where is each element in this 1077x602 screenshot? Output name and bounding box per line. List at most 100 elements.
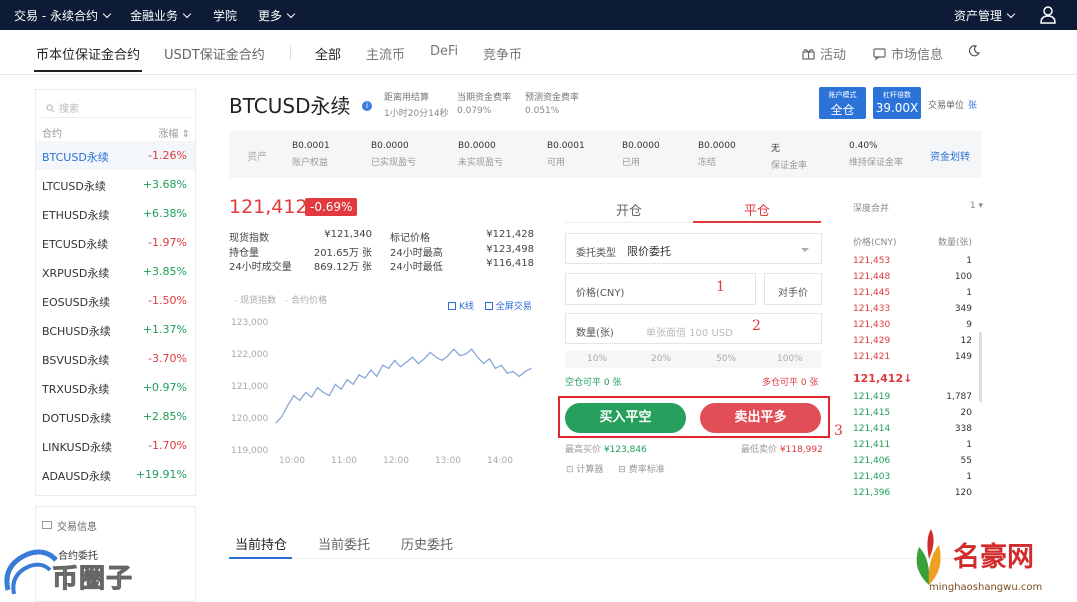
x-tick-label: 14:00 [487,456,513,466]
nav-finance[interactable]: 金融业务 [130,7,192,24]
contract-change: -1.50% [148,294,187,307]
category-mainstream[interactable]: 主流币 [366,44,405,63]
bid-price: 121,406 [853,456,891,466]
fee-link[interactable]: ⊟ 费率标准 [618,465,664,475]
percent-100[interactable]: 100% [777,354,803,364]
price-point [471,348,473,350]
price-point [441,359,443,361]
ask-price: 121,429 [853,336,891,346]
category-all[interactable]: 全部 [315,44,341,63]
stat-label: 24小时最高 [390,247,443,259]
trade-unit[interactable]: 交易单位张 [928,98,977,111]
funding-rate: 当期资金费率 0.079% [457,93,512,116]
sidebar-item[interactable]: BTCUSD永续 -1.26% [36,141,195,170]
message-icon [42,521,52,529]
percent-20[interactable]: 20% [651,354,671,364]
watermark-left: 币圈子 [0,540,150,602]
asset-value: 0.40% [849,141,878,151]
bid-qty: 1 [966,440,972,450]
transfer-link[interactable]: 资金划转 [930,148,970,163]
bid-row[interactable]: 121,406 55 [853,456,972,470]
settle-countdown: 距离用结算 1小时20分14秒 [384,93,449,119]
tab-coin-margin[interactable]: 币本位保证金合约 [36,44,140,63]
nav-more[interactable]: 更多 [258,7,296,24]
stat-value: 869.12万 张 [313,262,372,273]
ask-row[interactable]: 121,429 12 [853,336,972,350]
ask-row[interactable]: 121,448 100 [853,272,972,286]
bid-row[interactable]: 121,403 1 [853,472,972,486]
bid-row[interactable]: 121,411 1 [853,440,972,454]
category-defi[interactable]: DeFi [430,44,458,59]
nav-academy[interactable]: 学院 [213,7,237,24]
sidebar-item[interactable]: EOSUSD永续 -1.50% [36,286,195,315]
ticker-stat: 24小时最高 ¥123,498 [390,244,534,259]
sidebar-item[interactable]: DOTUSD永续 +2.85% [36,402,195,431]
sidebar-item[interactable]: TRXUSD永续 +0.97% [36,373,195,402]
sell-close-long-button[interactable]: 卖出平多 [700,403,821,433]
ask-row[interactable]: 121,433 349 [853,304,972,318]
buy-close-short-button[interactable]: 买入平空 [565,403,686,433]
sidebar-item[interactable]: XRPUSD永续 +3.85% [36,257,195,286]
user-icon[interactable] [1040,5,1056,25]
depth-scrollbar[interactable] [979,332,982,402]
quantity-input[interactable]: 数量(张) 单张面值 100 USD [565,313,822,344]
leverage-button[interactable]: 杠杆倍数 39.00X [873,87,921,119]
price-point [423,358,425,360]
percent-10[interactable]: 10% [587,354,607,364]
ask-row[interactable]: 121,421 149 [853,352,972,366]
percent-slider[interactable]: 10% 20% 50% 100% [565,351,822,368]
contract-name: DOTUSD永续 [42,412,112,425]
bid-row[interactable]: 121,419 1,787 [853,392,972,406]
price-point [447,355,449,357]
ask-price: 121,430 [853,320,891,330]
tab-current-orders[interactable]: 当前委托 [318,534,370,553]
asset-value: B0.0000 [622,141,660,151]
calculator-link[interactable]: ⊡ 计算器 [566,465,603,475]
stat-value: ¥121,428 [486,229,534,240]
percent-50[interactable]: 50% [716,354,736,364]
asset-value: B0.0001 [292,141,330,151]
nav-asset-management[interactable]: 资产管理 [954,7,1016,24]
sidebar-item[interactable]: ETCUSD永续 -1.97% [36,228,195,257]
bid-row[interactable]: 121,414 338 [853,424,972,438]
depth-merge[interactable]: 深度合并 1 ▾ [853,201,983,214]
ask-row[interactable]: 121,453 1 [853,256,972,270]
sidebar-item[interactable]: LINKUSD永续 -1.70% [36,431,195,460]
sidebar-item[interactable]: ETHUSD永续 +6.38% [36,199,195,228]
counter-price-button[interactable]: 对手价 [764,273,822,305]
sidebar-item[interactable]: ADAUSD永续 +19.91% [36,460,195,489]
ask-row[interactable]: 121,430 9 [853,320,972,334]
col-change-sort[interactable]: 涨幅 ⇕ [158,125,190,140]
asset-cell: B0.0000 已用 [622,141,660,168]
y-tick-label: 121,000 [231,382,268,392]
tab-close-position[interactable]: 平仓 [744,200,770,219]
fee-icon: ⊟ [618,465,629,475]
sidebar-item[interactable]: BCHUSD永续 +1.37% [36,315,195,344]
bottom-tab-baseline [229,558,982,559]
bid-row[interactable]: 121,396 120 [853,488,972,502]
asset-cell: 无保证金率 [771,141,807,171]
tab-usdt-margin[interactable]: USDT保证金合约 [164,44,265,63]
tab-current-positions[interactable]: 当前持仓 [235,534,287,553]
moon-icon[interactable] [968,45,980,57]
nav-trade[interactable]: 交易 - 永续合约 [14,7,112,24]
asset-label: 冻结 [698,158,717,168]
ask-row[interactable]: 121,445 1 [853,288,972,302]
sidebar-item[interactable]: LTCUSD永续 +3.68% [36,170,195,199]
search-input[interactable]: 搜索 [40,96,192,118]
bid-qty: 55 [960,456,972,466]
account-mode-button[interactable]: 账户模式 全仓 [819,87,866,119]
active-tab-underline [229,557,292,559]
activity-link[interactable]: 活动 [802,44,846,63]
price-input[interactable]: 价格(CNY) [565,273,756,305]
top-nav: 交易 - 永续合约 金融业务 学院 更多 资产管理 [0,0,1077,30]
sidebar-item[interactable]: BSVUSD永续 -3.70% [36,344,195,373]
tab-open-position[interactable]: 开仓 [616,200,642,219]
tab-order-history[interactable]: 历史委托 [401,534,453,553]
info-icon[interactable]: i [362,101,372,111]
market-info-link[interactable]: 市场信息 [873,44,943,63]
order-type-select[interactable]: 委托类型 限价委托 [565,233,822,264]
category-competitor[interactable]: 竞争币 [483,44,522,63]
bid-row[interactable]: 121,415 20 [853,408,972,422]
x-tick-label: 11:00 [331,456,357,466]
